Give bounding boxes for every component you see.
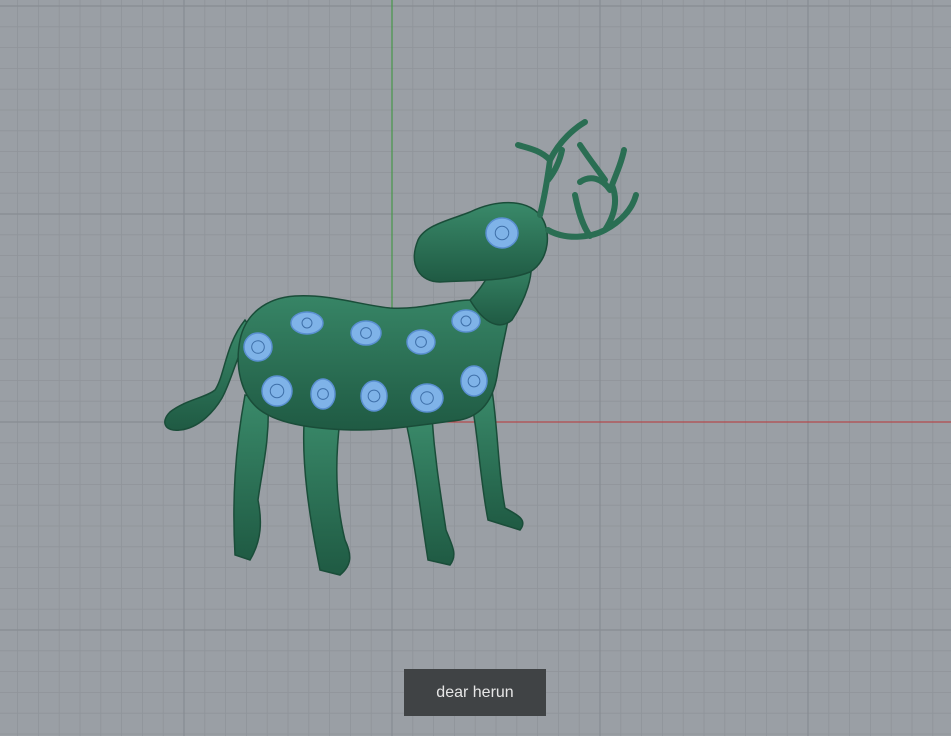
spot: [261, 375, 293, 407]
spot: [290, 311, 324, 335]
spot: [243, 332, 273, 362]
deer-model[interactable]: [0, 0, 951, 736]
head: [413, 201, 549, 283]
selection-label-text: dear herun: [436, 683, 514, 701]
front-left-leg: [404, 417, 455, 566]
spot: [360, 380, 388, 412]
tail: [164, 318, 253, 431]
spot: [410, 383, 444, 413]
selection-label: dear herun: [404, 669, 546, 716]
3d-viewport[interactable]: dear herun: [0, 0, 951, 736]
deer-body-group: [164, 119, 639, 576]
spot: [460, 365, 488, 397]
spot: [451, 309, 481, 333]
spot: [406, 329, 436, 355]
spot: [310, 378, 336, 410]
back-right-leg: [302, 409, 351, 576]
spot: [485, 217, 519, 249]
back-left-leg: [233, 394, 270, 561]
spot: [350, 320, 382, 346]
